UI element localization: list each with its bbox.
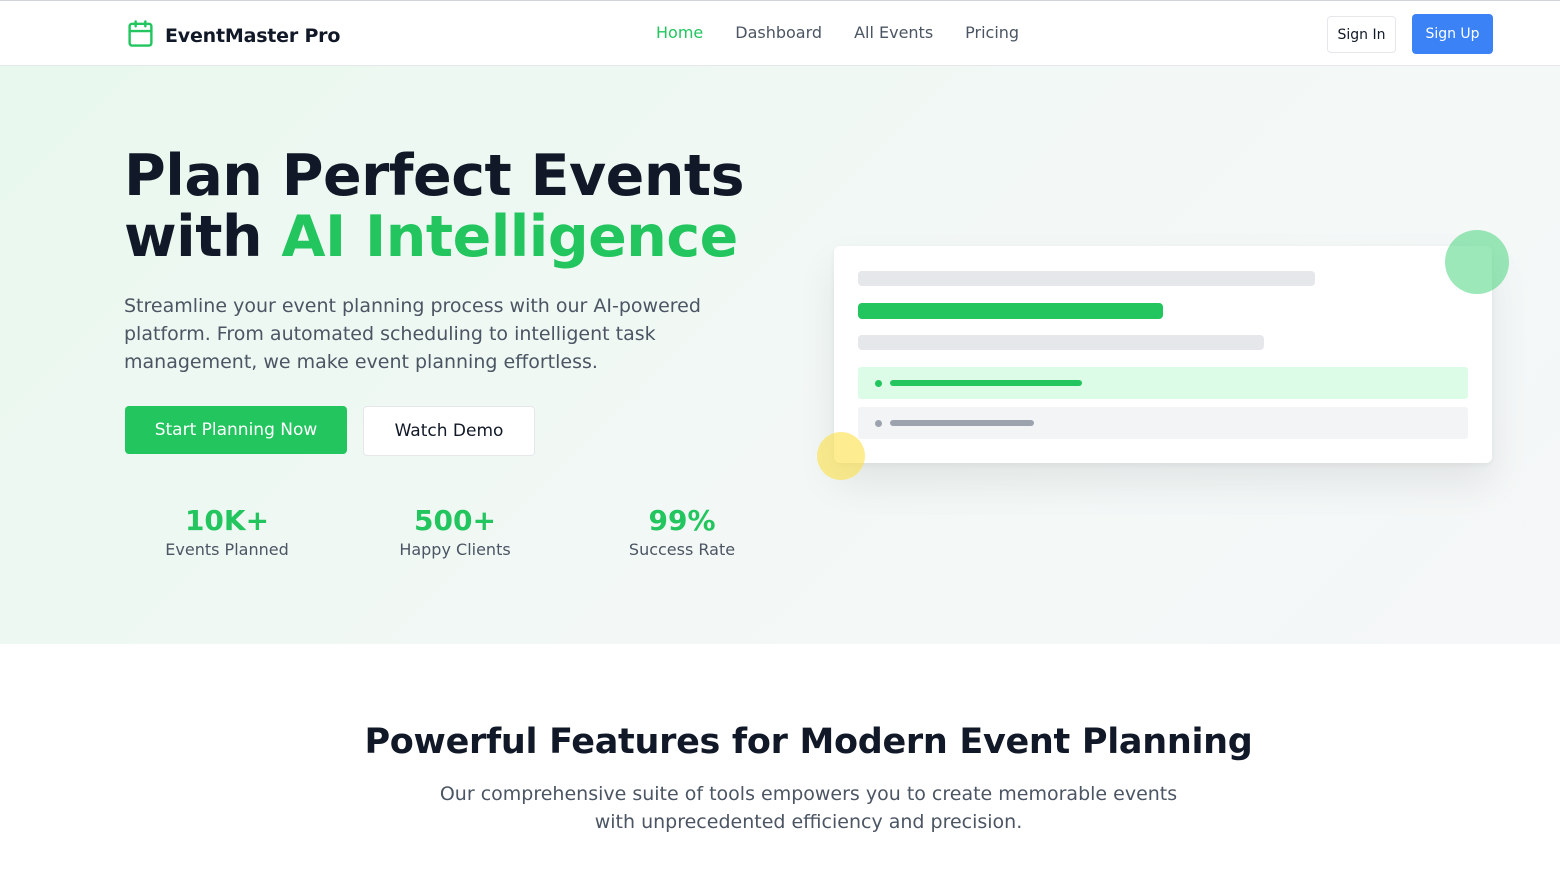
hero-description: Streamline your event planning process w…	[124, 295, 701, 373]
dashboard-preview-card	[834, 246, 1492, 463]
stat-value: 10K+	[184, 504, 270, 537]
placeholder-row	[858, 407, 1468, 439]
placeholder-row-active	[858, 367, 1468, 399]
stat-success-rate: 99% Success Rate	[582, 504, 782, 559]
stat-happy-clients: 500+ Happy Clients	[355, 504, 555, 559]
brand-name: EventMaster Pro	[165, 24, 341, 47]
nav-dashboard[interactable]: Dashboard	[735, 23, 822, 42]
features-description: Our comprehensive suite of tools empower…	[439, 783, 1178, 833]
placeholder-bar	[858, 335, 1264, 350]
stat-label: Happy Clients	[399, 540, 511, 559]
stat-label: Success Rate	[628, 540, 736, 559]
placeholder-bar-accent	[858, 303, 1163, 319]
stat-events-planned: 10K+ Events Planned	[127, 504, 327, 559]
status-dot	[875, 380, 882, 387]
hero-title-prefix: with	[124, 204, 282, 270]
hero-section: Plan Perfect Events with AI Intelligence…	[0, 66, 1560, 644]
status-dot	[875, 420, 882, 427]
decorative-circle-yellow	[817, 432, 865, 480]
brand-logo[interactable]: EventMaster Pro	[126, 19, 340, 52]
features-title: Powerful Features for Modern Event Plann…	[364, 722, 1253, 762]
hero-title-accent: AI Intelligence	[281, 204, 738, 270]
watch-demo-button[interactable]: Watch Demo	[363, 406, 535, 456]
calendar-icon	[126, 19, 155, 52]
hero-title: Plan Perfect Events with AI Intelligence	[124, 143, 745, 270]
stat-value: 99%	[648, 504, 716, 537]
features-section: Powerful Features for Modern Event Plann…	[0, 644, 1560, 884]
nav-home[interactable]: Home	[656, 23, 703, 42]
stat-label: Events Planned	[165, 540, 289, 559]
placeholder-line	[890, 380, 1082, 386]
main-nav: Home Dashboard All Events Pricing	[656, 23, 1051, 42]
site-header: EventMaster Pro Home Dashboard All Event…	[0, 0, 1560, 66]
start-planning-button[interactable]: Start Planning Now	[125, 406, 347, 454]
nav-pricing[interactable]: Pricing	[965, 23, 1019, 42]
hero-title-line1: Plan Perfect Events	[124, 143, 745, 209]
placeholder-bar	[858, 271, 1315, 286]
placeholder-line	[890, 420, 1034, 426]
sign-up-button[interactable]: Sign Up	[1412, 14, 1493, 54]
nav-all-events[interactable]: All Events	[854, 23, 933, 42]
stat-value: 500+	[414, 504, 496, 537]
sign-in-button[interactable]: Sign In	[1327, 16, 1396, 53]
decorative-circle-green	[1445, 230, 1509, 294]
